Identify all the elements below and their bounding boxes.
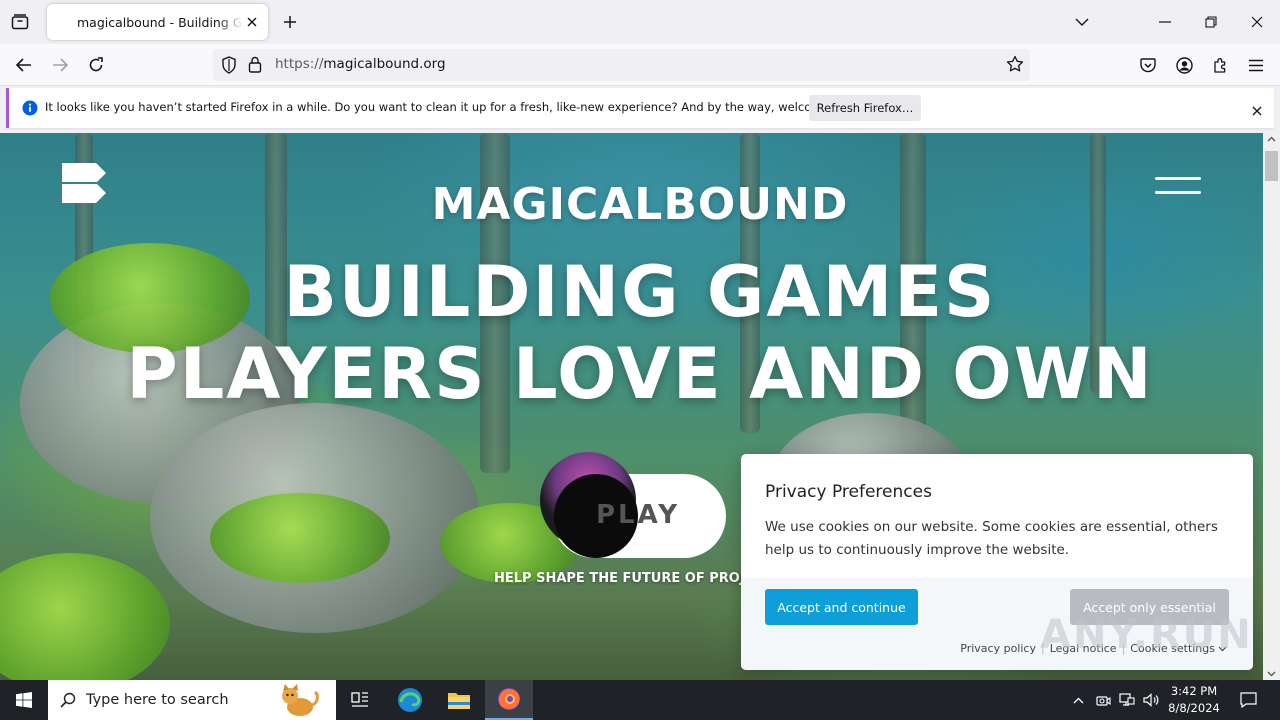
reload-button[interactable] — [85, 54, 107, 76]
edge-taskbar-button[interactable] — [386, 680, 434, 720]
edge-icon — [398, 688, 422, 712]
windows-logo-icon — [16, 692, 32, 708]
start-button[interactable] — [0, 680, 48, 720]
lock-icon — [248, 56, 262, 73]
reload-icon — [89, 57, 103, 72]
network-icon — [1119, 693, 1135, 706]
task-view-icon — [351, 692, 368, 707]
chevron-down-icon — [1075, 18, 1089, 26]
folder-icon — [448, 693, 470, 709]
task-view-button[interactable] — [336, 680, 384, 720]
tracking-protection-icon[interactable] — [221, 56, 237, 78]
pocket-icon — [1140, 57, 1156, 72]
pocket-button[interactable] — [1137, 54, 1159, 76]
play-label: PLAY — [596, 500, 681, 530]
list-all-tabs-button[interactable] — [1072, 12, 1092, 32]
tab-active[interactable]: magicalbound - Building Games — [47, 4, 268, 40]
clock-time: 3:42 PM — [1170, 684, 1218, 698]
taskbar-clock[interactable]: 3:42 PM 8/8/2024 — [1160, 683, 1228, 717]
hamburger-menu-icon — [1249, 59, 1263, 71]
privacy-title: Privacy Preferences — [765, 482, 932, 502]
back-button[interactable] — [13, 54, 35, 76]
show-hidden-icons-button[interactable] — [1068, 680, 1088, 720]
privacy-policy-link[interactable]: Privacy policy — [960, 642, 1036, 655]
firefox-icon — [498, 688, 520, 710]
firefox-taskbar-button[interactable] — [485, 680, 533, 720]
navigation-toolbar: https://magicalbound.org — [0, 44, 1280, 86]
hero-headline-line2: PLAYERS LOVE AND OWN — [126, 333, 1154, 415]
background-moss — [210, 493, 390, 583]
speaker-icon — [1142, 693, 1158, 707]
notification-message: It looks like you haven’t started Firefo… — [45, 100, 866, 114]
new-tab-button[interactable] — [280, 12, 300, 32]
tab-close-button[interactable] — [244, 14, 260, 30]
url-host: magicalbound.org — [323, 56, 446, 72]
address-bar[interactable]: https://magicalbound.org — [213, 49, 1030, 81]
clock-date: 8/8/2024 — [1168, 701, 1220, 715]
tab-strip: magicalbound - Building Games — [0, 0, 1280, 44]
notification-center-icon — [1239, 692, 1257, 708]
notification-close-button[interactable] — [1252, 101, 1262, 120]
network-button[interactable] — [1116, 680, 1138, 720]
scrollbar-thumb[interactable] — [1265, 151, 1278, 181]
scroll-up-icon[interactable] — [1267, 136, 1276, 142]
close-window-button[interactable] — [1247, 12, 1267, 32]
close-icon — [247, 17, 257, 27]
hero-tagline: HELP SHAPE THE FUTURE OF PROJ — [494, 571, 745, 586]
scroll-down-icon[interactable] — [1267, 671, 1276, 677]
file-explorer-taskbar-button[interactable] — [435, 680, 483, 720]
refresh-notification-bar: It looks like you haven’t started Firefo… — [6, 88, 1274, 128]
minimize-button[interactable] — [1155, 12, 1175, 32]
url-protocol: https:// — [275, 56, 324, 72]
windows-taskbar: Type here to search 3:42 PM 8/8/2024 — [0, 680, 1280, 720]
background-moss — [0, 553, 170, 680]
app-menu-button[interactable] — [1245, 54, 1267, 76]
watermark-logo: ANY.RUN — [1040, 612, 1253, 658]
forward-button[interactable] — [49, 54, 71, 76]
meet-now-button[interactable] — [1092, 680, 1114, 720]
extensions-button[interactable] — [1209, 54, 1231, 76]
arrow-right-icon — [53, 58, 68, 72]
refresh-firefox-button[interactable]: Refresh Firefox… — [809, 95, 921, 121]
arrow-left-icon — [16, 58, 31, 72]
bookmark-button[interactable] — [1006, 55, 1024, 77]
camera-icon — [1095, 695, 1111, 706]
info-icon — [22, 100, 38, 120]
account-button[interactable] — [1173, 54, 1195, 76]
puzzle-icon — [1213, 57, 1225, 73]
notifications-button[interactable] — [1234, 680, 1262, 720]
site-brand: MAGICALBOUND — [431, 179, 849, 230]
close-icon — [1251, 16, 1263, 28]
privacy-body: We use cookies on our website. Some cook… — [765, 519, 1218, 558]
chevron-up-icon — [1073, 697, 1083, 703]
restore-button[interactable] — [1201, 12, 1221, 32]
firefox-view-icon — [11, 14, 29, 30]
page-scrollbar[interactable] — [1263, 133, 1280, 680]
accept-and-continue-button[interactable]: Accept and continue — [765, 589, 918, 625]
play-button[interactable]: PLAY — [540, 452, 726, 558]
taskbar-search-box[interactable]: Type here to search — [48, 680, 336, 720]
search-icon — [60, 692, 76, 708]
site-security-icon[interactable] — [248, 56, 262, 77]
minimize-icon — [1159, 21, 1171, 23]
url-text[interactable]: https://magicalbound.org — [275, 56, 446, 72]
account-icon — [1175, 56, 1193, 74]
tab-title: magicalbound - Building Games — [77, 14, 243, 30]
firefox-view-button[interactable] — [8, 11, 32, 33]
search-highlight-cat-icon — [282, 684, 319, 716]
search-placeholder: Type here to search — [86, 692, 229, 708]
shield-icon — [222, 56, 236, 74]
plus-icon — [284, 16, 296, 28]
volume-button[interactable] — [1140, 680, 1162, 720]
hero-headline-line1: BUILDING GAMES — [283, 251, 997, 333]
close-icon — [1252, 106, 1262, 116]
restore-icon — [1205, 16, 1217, 28]
star-icon — [1006, 55, 1024, 72]
